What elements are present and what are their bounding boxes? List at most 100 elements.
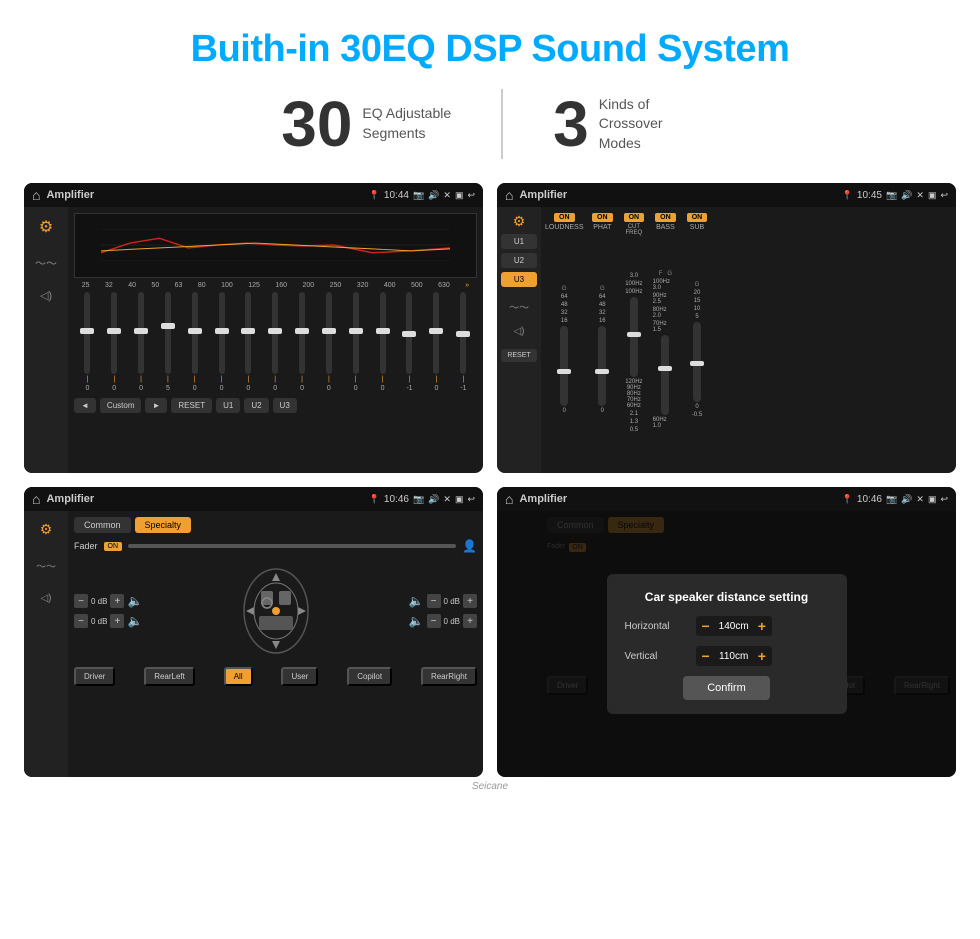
eq-slider-9[interactable]: |0 [299, 292, 305, 392]
eq-expand-icon[interactable]: » [465, 282, 469, 289]
driver-btn[interactable]: Driver [74, 667, 115, 686]
xover-band-sub: ON SUB G 20 15 10 5 0 -0.5 [684, 213, 710, 467]
eq-slider-1[interactable]: |0 [84, 292, 90, 392]
xover-u3-preset[interactable]: U3 [501, 272, 537, 287]
xover-status-bar: ⌂ Amplifier 📍 10:45 📷 🔊 ✕ ▣ ↩ [497, 183, 956, 207]
vertical-value: 110cm [714, 651, 754, 662]
left-rear-minus[interactable]: − [74, 614, 88, 628]
left-rear-plus[interactable]: + [110, 614, 124, 628]
eq-home-icon[interactable]: ⌂ [32, 187, 40, 203]
confirm-button[interactable]: Confirm [683, 676, 770, 700]
bass-slider[interactable] [661, 335, 669, 415]
eq-slider-15[interactable]: |-1 [460, 292, 466, 392]
xover-u1-preset[interactable]: U1 [501, 234, 537, 249]
loudness-slider[interactable] [560, 326, 568, 406]
dialog-home-icon[interactable]: ⌂ [505, 491, 513, 507]
left-front-plus[interactable]: + [110, 594, 124, 608]
xover-wave-icon[interactable]: 〜〜 [509, 299, 529, 314]
eq-slider-2[interactable]: |0 [111, 292, 117, 392]
speaker-home-icon[interactable]: ⌂ [32, 491, 40, 507]
spk-filter-icon[interactable]: ⚙ [40, 521, 53, 538]
fader-on-badge[interactable]: ON [104, 542, 123, 551]
horizontal-plus-btn[interactable]: + [758, 618, 766, 634]
eq-wave-icon[interactable]: 〜〜 [35, 255, 57, 271]
right-rear-plus[interactable]: + [463, 614, 477, 628]
eq-slider-11[interactable]: |0 [353, 292, 359, 392]
speaker-content: ⚙ 〜〜 ◁) Common Specialty Fader ON 👤 [24, 511, 483, 777]
xover-u2-preset[interactable]: U2 [501, 253, 537, 268]
eq-camera-icon: 📷 [413, 190, 424, 201]
cutfreq-slider[interactable] [630, 297, 638, 377]
bass-on-btn[interactable]: ON [655, 213, 676, 222]
eq-slider-12[interactable]: |0 [380, 292, 386, 392]
spk-wave-icon[interactable]: 〜〜 [36, 558, 56, 573]
eq-slider-10[interactable]: |0 [326, 292, 332, 392]
stat-crossover: 3 Kinds ofCrossover Modes [503, 92, 749, 156]
loudness-label: LOUDNESS [545, 224, 584, 231]
eq-reset-btn[interactable]: RESET [171, 398, 212, 413]
xover-reset-btn[interactable]: RESET [501, 349, 537, 362]
xover-back-icon[interactable]: ↩ [940, 190, 948, 201]
eq-speaker-icon[interactable]: ◁) [40, 289, 52, 302]
rear-right-btn[interactable]: RearRight [421, 667, 477, 686]
eq-slider-14[interactable]: |0 [433, 292, 439, 392]
speaker-back-icon[interactable]: ↩ [467, 494, 475, 505]
tab-common[interactable]: Common [74, 517, 131, 533]
xover-home-icon[interactable]: ⌂ [505, 187, 513, 203]
eq-sidebar: ⚙ 〜〜 ◁) [24, 207, 68, 473]
eq-slider-4[interactable]: |5 [165, 292, 171, 392]
eq-filter-icon[interactable]: ⚙ [39, 217, 53, 237]
spk-speaker-icon[interactable]: ◁) [40, 593, 51, 604]
xover-main: ON LOUDNESS G 64 48 32 16 0 [541, 207, 956, 473]
vertical-minus-btn[interactable]: − [702, 648, 710, 664]
right-rear-minus[interactable]: − [427, 614, 441, 628]
xover-speaker-icon[interactable]: ◁) [513, 326, 524, 337]
vertical-plus-btn[interactable]: + [758, 648, 766, 664]
eq-slider-7[interactable]: |0 [245, 292, 251, 392]
eq-u1-btn[interactable]: U1 [216, 398, 240, 413]
sub-slider[interactable] [693, 322, 701, 402]
all-btn[interactable]: All [224, 667, 253, 686]
left-front-minus[interactable]: − [74, 594, 88, 608]
dialog-back-icon[interactable]: ↩ [940, 494, 948, 505]
horizontal-minus-btn[interactable]: − [702, 618, 710, 634]
eq-slider-8[interactable]: |0 [272, 292, 278, 392]
eq-back-icon[interactable]: ↩ [467, 190, 475, 201]
rear-left-btn[interactable]: RearLeft [144, 667, 195, 686]
phat-label: PHAT [593, 224, 611, 231]
eq-window-icon: ▣ [455, 190, 464, 201]
eq-custom-btn[interactable]: Custom [100, 398, 142, 413]
freq-63: 63 [175, 282, 183, 289]
eq-sliders: |0 |0 |0 |5 |0 |0 |0 |0 |0 |0 |0 |0 |-1 … [74, 292, 477, 392]
cutfreq-on-btn[interactable]: ON [624, 213, 645, 222]
eq-slider-3[interactable]: |0 [138, 292, 144, 392]
copilot-btn[interactable]: Copilot [347, 667, 392, 686]
xover-filter-icon[interactable]: ⚙ [513, 213, 526, 230]
stat-number-eq: 30 [281, 92, 352, 156]
eq-slider-6[interactable]: |0 [219, 292, 225, 392]
loudness-on-btn[interactable]: ON [554, 213, 575, 222]
eq-u3-btn[interactable]: U3 [273, 398, 297, 413]
sub-on-btn[interactable]: ON [687, 213, 708, 222]
eq-slider-5[interactable]: |0 [192, 292, 198, 392]
eq-u2-btn[interactable]: U2 [244, 398, 268, 413]
speaker-status-icons: 📍 10:46 📷 🔊 ✕ ▣ ↩ [369, 494, 475, 505]
left-rear-speaker-icon: 🔈 [127, 614, 142, 628]
user-btn[interactable]: User [281, 667, 318, 686]
eq-next-btn[interactable]: ► [145, 398, 167, 413]
horizontal-value: 140cm [714, 621, 754, 632]
freq-100: 100 [221, 282, 233, 289]
eq-slider-13[interactable]: |-1 [406, 292, 412, 392]
distance-dialog: Car speaker distance setting Horizontal … [497, 511, 956, 777]
tab-specialty[interactable]: Specialty [135, 517, 192, 533]
phat-slider[interactable] [598, 326, 606, 406]
eq-pin-icon: 📍 [369, 190, 380, 201]
right-front-minus[interactable]: − [427, 594, 441, 608]
speaker-title: Amplifier [46, 493, 362, 505]
right-front-plus[interactable]: + [463, 594, 477, 608]
phat-on-btn[interactable]: ON [592, 213, 613, 222]
fader-slider-track[interactable] [128, 544, 456, 548]
vertical-label: Vertical [625, 651, 690, 662]
eq-prev-btn[interactable]: ◄ [74, 398, 96, 413]
xover-volume-icon: 🔊 [901, 190, 912, 201]
